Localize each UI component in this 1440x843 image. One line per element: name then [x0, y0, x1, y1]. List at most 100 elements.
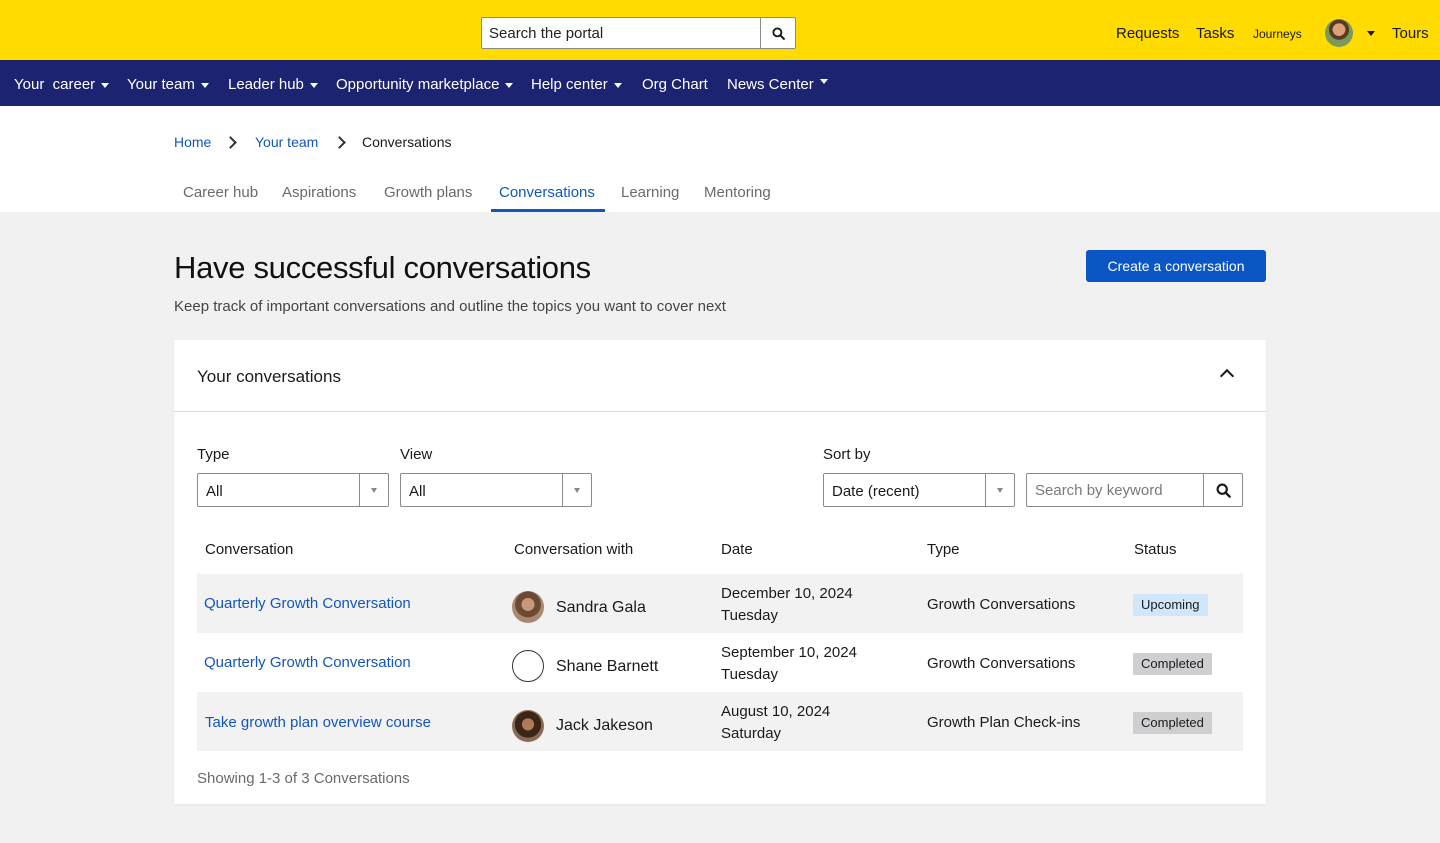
card-header: Your conversations — [174, 340, 1266, 412]
view-filter-label: View — [400, 446, 433, 463]
conversation-date: September 10, 2024 — [721, 644, 857, 661]
conversation-day: Tuesday — [721, 607, 778, 624]
type-filter-value: All — [206, 483, 223, 500]
status-badge: Upcoming — [1133, 594, 1208, 616]
page-subtitle: Keep track of important conversations an… — [174, 298, 726, 315]
nav-leader-hub[interactable]: Leader hub — [228, 76, 318, 93]
view-filter-value: All — [409, 483, 426, 500]
breadcrumb-your-team[interactable]: Your team — [255, 134, 318, 150]
column-header-conversation: Conversation — [205, 541, 294, 558]
keyword-search-button[interactable] — [1203, 474, 1242, 506]
tours-link[interactable]: Tours — [1392, 25, 1429, 42]
active-tab-indicator — [491, 209, 605, 212]
conversation-link[interactable]: Take growth plan overview course — [205, 714, 431, 731]
avatar — [512, 650, 544, 682]
dropdown-arrow-icon — [997, 488, 1003, 493]
select-divider — [359, 474, 360, 506]
sort-label: Sort by — [823, 446, 871, 463]
chevron-down-icon — [613, 82, 622, 88]
nav-help-center[interactable]: Help center — [531, 76, 622, 93]
nav-label: Your team — [127, 76, 195, 93]
chevron-down-icon — [819, 79, 828, 84]
nav-label: Opportunity marketplace — [336, 76, 500, 93]
tab-conversations[interactable]: Conversations — [499, 184, 595, 201]
conversation-link[interactable]: Quarterly Growth Conversation — [204, 654, 411, 671]
nav-label: Help center — [531, 76, 608, 93]
type-filter-label: Type — [197, 446, 230, 463]
person-name: Jack Jakeson — [556, 717, 653, 734]
nav-opportunity-marketplace[interactable]: Opportunity marketplace — [336, 76, 514, 93]
dropdown-arrow-icon — [371, 488, 377, 493]
main-nav: Your career Your team Leader hub Opportu… — [0, 60, 1440, 106]
journeys-link[interactable]: Journeys — [1253, 27, 1302, 41]
select-divider — [562, 474, 563, 506]
breadcrumb-home[interactable]: Home — [174, 134, 211, 150]
column-header-type: Type — [927, 541, 960, 558]
page-title: Have successful conversations — [174, 250, 591, 285]
requests-link[interactable]: Requests — [1116, 25, 1179, 42]
keyword-search — [1026, 473, 1243, 507]
search-icon — [1216, 483, 1231, 498]
create-conversation-button[interactable]: Create a conversation — [1086, 250, 1266, 282]
avatar-chevron-down-icon[interactable] — [1367, 31, 1375, 36]
nav-your-team[interactable]: Your team — [127, 76, 209, 93]
conversation-date: December 10, 2024 — [721, 585, 853, 602]
table-row: Quarterly Growth Conversation Shane Barn… — [197, 633, 1243, 692]
type-filter-select[interactable]: All — [197, 473, 389, 507]
top-bar: Requests Tasks Journeys Tours — [0, 0, 1440, 60]
conversation-type: Growth Plan Check-ins — [927, 714, 1081, 731]
portal-search-input[interactable] — [482, 18, 760, 48]
table-row: Quarterly Growth Conversation Sandra Gal… — [197, 574, 1243, 633]
tasks-link[interactable]: Tasks — [1196, 25, 1234, 42]
card-title: Your conversations — [197, 367, 341, 386]
portal-search-button[interactable] — [760, 18, 795, 48]
nav-news-center[interactable]: News Center — [727, 76, 828, 93]
table-row: Take growth plan overview course Jack Ja… — [197, 692, 1243, 751]
tab-aspirations[interactable]: Aspirations — [282, 184, 356, 201]
tab-growth-plans[interactable]: Growth plans — [384, 184, 472, 201]
avatar — [512, 710, 544, 742]
breadcrumb-current: Conversations — [362, 134, 452, 150]
person-name: Shane Barnett — [556, 658, 659, 675]
tab-learning[interactable]: Learning — [621, 184, 679, 201]
nav-label: Org Chart — [642, 76, 708, 93]
conversation-link[interactable]: Quarterly Growth Conversation — [204, 595, 411, 612]
tab-career-hub[interactable]: Career hub — [183, 184, 258, 201]
status-badge: Completed — [1133, 712, 1212, 734]
conversation-day: Saturday — [721, 725, 782, 742]
chevron-right-icon — [333, 136, 346, 149]
portal-search — [481, 17, 796, 49]
user-avatar[interactable] — [1325, 19, 1353, 47]
chevron-down-icon — [101, 82, 110, 88]
conversation-type: Growth Conversations — [927, 596, 1076, 613]
nav-label: Your career — [14, 76, 96, 93]
nav-org-chart[interactable]: Org Chart — [642, 76, 708, 93]
view-filter-select[interactable]: All — [400, 473, 592, 507]
avatar — [512, 591, 544, 623]
nav-label: Leader hub — [228, 76, 304, 93]
conversations-card: Your conversations Type All View All Sor… — [174, 340, 1266, 804]
conversation-day: Tuesday — [721, 666, 778, 683]
chevron-down-icon — [309, 82, 318, 88]
page-header: Home Your team Conversations Career hub … — [0, 106, 1440, 212]
person-name: Sandra Gala — [556, 599, 646, 616]
chevron-down-icon — [505, 82, 514, 88]
search-icon — [771, 26, 785, 40]
chevron-up-icon[interactable] — [1219, 368, 1235, 384]
chevron-down-icon — [200, 82, 209, 88]
nav-your-career[interactable]: Your career — [14, 76, 110, 93]
conversation-type: Growth Conversations — [927, 655, 1076, 672]
chevron-right-icon — [224, 136, 237, 149]
status-badge: Completed — [1133, 653, 1212, 675]
column-header-status: Status — [1134, 541, 1177, 558]
select-divider — [985, 474, 986, 506]
column-header-with: Conversation with — [514, 541, 634, 558]
dropdown-arrow-icon — [574, 488, 580, 493]
keyword-search-input[interactable] — [1027, 474, 1203, 506]
conversation-date: August 10, 2024 — [721, 703, 831, 720]
nav-label: News Center — [727, 76, 814, 93]
sort-value: Date (recent) — [832, 483, 920, 500]
tab-mentoring[interactable]: Mentoring — [704, 184, 771, 201]
column-header-date: Date — [721, 541, 753, 558]
sort-select[interactable]: Date (recent) — [823, 473, 1015, 507]
